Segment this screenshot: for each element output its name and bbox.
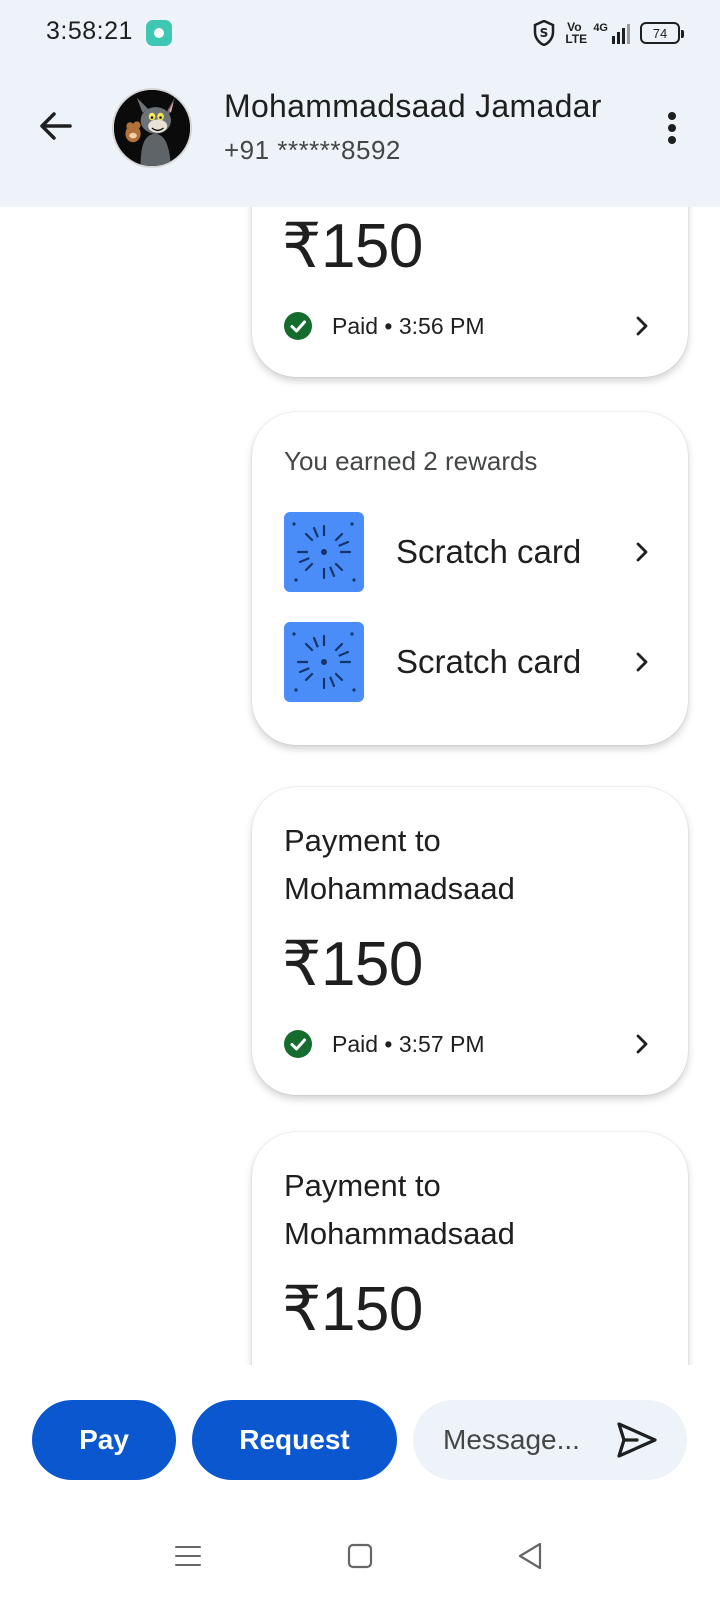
- reward-item[interactable]: Scratch card: [284, 512, 656, 592]
- message-input[interactable]: [443, 1422, 603, 1458]
- scratch-card-icon: [284, 622, 364, 702]
- payment-status: Paid • 3:57 PM: [332, 1030, 485, 1057]
- chevron-right-icon[interactable]: [628, 648, 656, 676]
- battery-icon: 74: [640, 22, 684, 44]
- chevron-right-icon[interactable]: [628, 312, 656, 340]
- payment-status-row: Paid • 3:56 PM: [284, 309, 656, 343]
- chevron-right-icon[interactable]: [628, 538, 656, 566]
- menu-icon[interactable]: [168, 1536, 208, 1576]
- app-header: 3:58:21 S Vo LTE 4G 74 Mohammadsaad Jama…: [0, 0, 720, 207]
- scratch-card-icon: [284, 512, 364, 592]
- avatar-image: [114, 90, 190, 166]
- check-circle-icon: [284, 312, 312, 340]
- reward-label: Scratch card: [396, 533, 582, 570]
- payment-amount: ₹150: [282, 212, 423, 281]
- home-icon[interactable]: [340, 1536, 380, 1576]
- request-button[interactable]: Request: [192, 1400, 397, 1480]
- contact-phone: +91 ******8592: [224, 135, 401, 165]
- back-arrow-icon[interactable]: [34, 104, 78, 148]
- message-box[interactable]: [413, 1400, 687, 1480]
- contact-name[interactable]: Mohammadsaad Jamadar: [224, 88, 602, 125]
- payment-title: Payment to Mohammadsaad: [284, 1162, 644, 1258]
- pay-button[interactable]: Pay: [32, 1400, 176, 1480]
- shield-icon: S: [534, 20, 555, 46]
- payment-amount: ₹150: [282, 930, 423, 999]
- payment-card[interactable]: Payment to Mohammadsaad ₹150: [252, 1132, 688, 1365]
- payment-amount: ₹150: [282, 1275, 423, 1344]
- payment-title-line1: Payment to: [284, 823, 441, 858]
- payment-status-row: Paid • 3:57 PM: [284, 1027, 656, 1061]
- system-nav-bar: [0, 1510, 720, 1600]
- rewards-heading: You earned 2 rewards: [284, 446, 538, 476]
- payment-title-line2: Mohammadsaad: [284, 871, 515, 906]
- payment-title-line2: Mohammadsaad: [284, 1216, 515, 1251]
- app-notification-icon: [146, 20, 172, 46]
- reward-item[interactable]: Scratch card: [284, 622, 656, 702]
- chevron-right-icon[interactable]: [628, 1030, 656, 1058]
- svg-text:S: S: [540, 26, 549, 40]
- check-circle-icon: [284, 1030, 312, 1058]
- payment-title: Payment to Mohammadsaad: [284, 817, 644, 913]
- status-icons: S Vo LTE 4G 74: [533, 18, 684, 48]
- payment-title-line1: Payment to: [284, 1168, 441, 1203]
- nav-back-icon[interactable]: [510, 1536, 550, 1576]
- network-type-label: 4G: [593, 22, 608, 34]
- more-vert-icon[interactable]: [654, 106, 690, 150]
- chat-history[interactable]: ₹150 Paid • 3:56 PM You earned 2 rewards: [0, 207, 720, 1365]
- payment-status: Paid • 3:56 PM: [332, 312, 485, 339]
- volte-icon: Vo LTE: [565, 20, 588, 46]
- reward-label: Scratch card: [396, 643, 582, 680]
- signal-icon: 4G: [593, 22, 630, 44]
- avatar[interactable]: [112, 88, 192, 168]
- payment-card[interactable]: ₹150 Paid • 3:56 PM: [252, 207, 688, 377]
- battery-level: 74: [652, 25, 668, 41]
- send-icon[interactable]: [613, 1416, 661, 1464]
- status-time: 3:58:21: [46, 17, 133, 45]
- rewards-card: You earned 2 rewards Scratch card Scratc…: [252, 412, 688, 745]
- payment-card[interactable]: Payment to Mohammadsaad ₹150 Paid • 3:57…: [252, 787, 688, 1095]
